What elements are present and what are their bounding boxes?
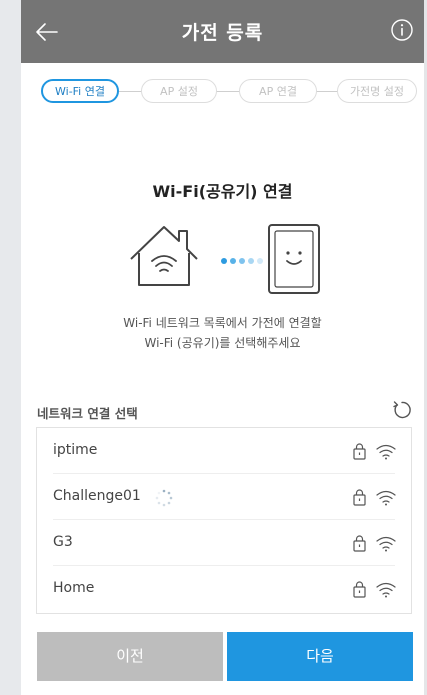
next-button[interactable]: 다음 — [227, 632, 413, 681]
network-item-iptime[interactable]: iptime — [37, 428, 411, 474]
step-appliance-name: 가전명 설정 — [337, 79, 417, 103]
lock-icon — [353, 535, 366, 552]
lock-icon — [353, 443, 366, 460]
info-circle-icon — [391, 19, 413, 41]
network-status-icons — [353, 443, 396, 460]
connection-illustration — [130, 224, 320, 294]
step-wifi-connect: Wi-Fi 연결 — [41, 79, 119, 103]
network-name: Home — [53, 580, 95, 596]
loading-spinner-icon — [155, 489, 173, 507]
network-status-icons — [353, 535, 396, 552]
refresh-icon — [393, 401, 411, 419]
step-connector — [314, 91, 338, 92]
network-name: G3 — [53, 534, 73, 550]
lock-icon — [353, 581, 366, 598]
app-header: 가전 등록 — [21, 0, 424, 63]
left-background-strip — [0, 0, 21, 695]
network-list: iptime Challenge01 G3 Home — [36, 427, 412, 614]
network-name: Challenge01 — [53, 488, 141, 504]
network-status-icons — [353, 581, 396, 598]
wifi-icon — [376, 490, 396, 506]
wifi-icon — [376, 444, 396, 460]
instruction-line-2: Wi-Fi (공유기)를 선택해주세요 — [144, 336, 301, 350]
app-screen: 가전 등록 Wi-Fi 연결 AP 설정 AP 연결 가전명 설정 Wi-Fi(… — [21, 0, 424, 695]
section-title: Wi-Fi(공유기) 연결 — [152, 182, 293, 201]
refresh-button[interactable] — [391, 399, 413, 421]
appliance-face-icon — [268, 224, 320, 294]
connection-dots — [221, 258, 263, 264]
network-name: iptime — [53, 442, 98, 458]
network-item-g3[interactable]: G3 — [37, 520, 411, 566]
house-wifi-icon — [130, 226, 198, 286]
prev-button[interactable]: 이전 — [37, 632, 223, 681]
network-item-home[interactable]: Home — [37, 566, 411, 612]
instruction-line-1: Wi-Fi 네트워크 목록에서 가전에 연결할 — [123, 316, 322, 330]
step-ap-connect: AP 연결 — [239, 79, 317, 103]
network-list-header: 네트워크 연결 선택 — [37, 406, 138, 421]
wifi-icon — [376, 582, 396, 598]
step-ap-setup: AP 설정 — [141, 79, 217, 103]
setup-stepper: Wi-Fi 연결 AP 설정 AP 연결 가전명 설정 — [21, 77, 424, 107]
network-item-challenge01[interactable]: Challenge01 — [37, 474, 411, 520]
network-status-icons — [353, 489, 396, 506]
wifi-icon — [376, 536, 396, 552]
instruction-text: Wi-Fi 네트워크 목록에서 가전에 연결할 Wi-Fi (공유기)를 선택해… — [21, 313, 424, 353]
page-title: 가전 등록 — [181, 22, 264, 44]
lock-icon — [353, 489, 366, 506]
info-button[interactable] — [390, 18, 414, 42]
step-connector — [215, 91, 241, 92]
